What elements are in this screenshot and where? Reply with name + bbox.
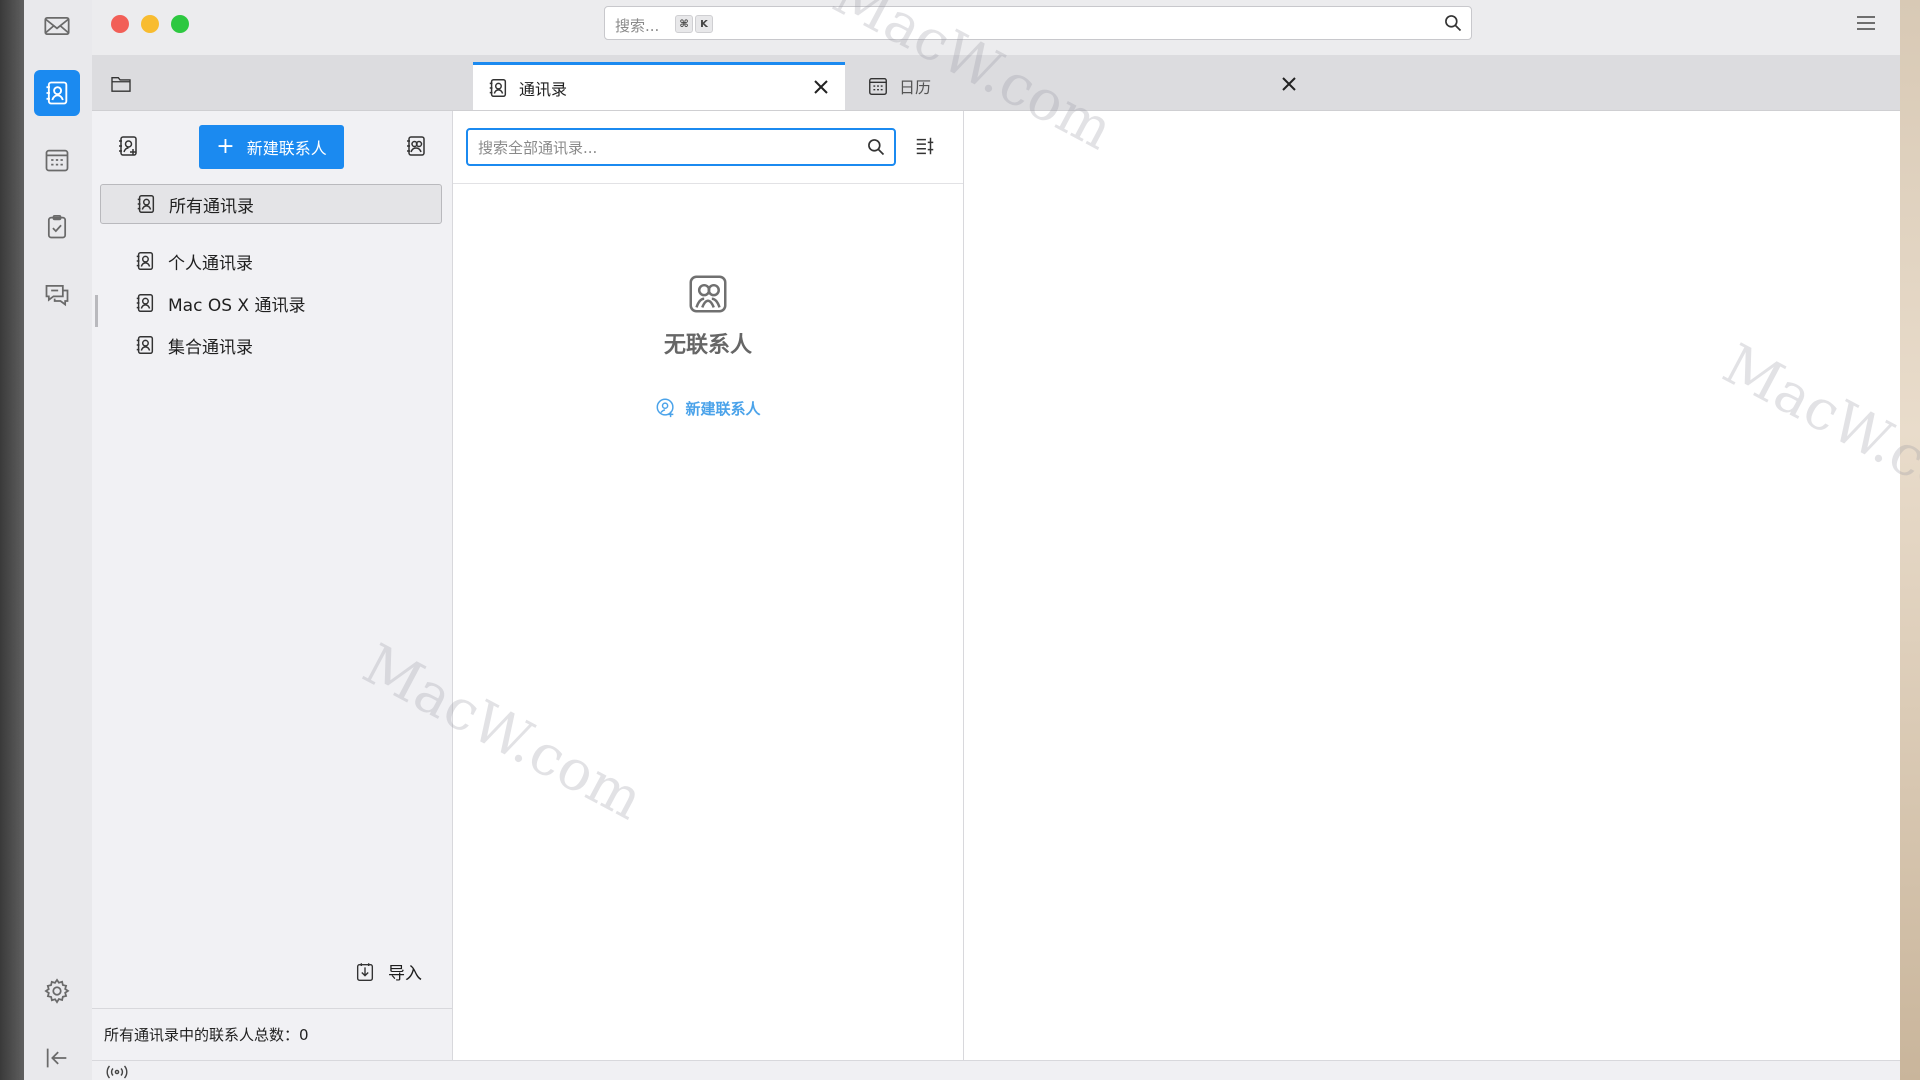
empty-state-link-label: 新建联系人	[685, 399, 761, 418]
import-icon	[356, 962, 374, 981]
calendar-icon	[45, 149, 69, 172]
folder-icon[interactable]	[110, 75, 132, 93]
contact-search-field[interactable]	[466, 128, 896, 166]
mail-space-button[interactable]	[34, 3, 80, 49]
shortcut-key-k: K	[695, 15, 713, 33]
tab-label: 日历	[899, 78, 932, 97]
contact-count-text: 所有通讯录中的联系人总数：0	[104, 1026, 309, 1044]
address-book-icon	[137, 195, 155, 213]
global-search-field[interactable]: 搜索... ⌘ K	[604, 6, 1472, 40]
address-book-sidebar: + 新建联系人 所有通讯录 个人通讯录 Mac OS X 通讯录 集合通讯录 导…	[92, 111, 453, 1061]
address-book-label: 集合通讯录	[168, 337, 253, 358]
address-book-icon	[46, 81, 68, 105]
address-book-all[interactable]: 所有通讯录	[100, 184, 442, 224]
address-book-label: 个人通讯录	[168, 253, 253, 274]
gear-icon	[44, 978, 70, 1004]
chat-icon	[45, 284, 69, 307]
import-button[interactable]: 导入	[354, 959, 422, 984]
contact-detail-pane	[964, 111, 1900, 1060]
spaces-toolbar	[24, 0, 93, 1080]
empty-state: 无联系人 新建联系人	[453, 271, 963, 423]
address-book-icon	[489, 78, 507, 97]
import-label: 导入	[388, 964, 422, 984]
contact-count-footer: 所有通讯录中的联系人总数：0	[92, 1008, 452, 1061]
close-tab-icon[interactable]	[811, 77, 831, 97]
address-book-macos[interactable]: Mac OS X 通讯录	[100, 283, 442, 323]
settings-button[interactable]	[34, 968, 80, 1014]
address-book-icon	[136, 336, 154, 354]
tasks-space-button[interactable]	[34, 204, 80, 250]
search-icon[interactable]	[1443, 13, 1463, 33]
title-bar: 搜索... ⌘ K	[92, 0, 1900, 55]
tab-calendar[interactable]: 日历	[853, 62, 1313, 110]
address-book-label: 所有通讯录	[169, 196, 254, 217]
task-clipboard-icon	[47, 215, 67, 239]
empty-state-new-contact-link[interactable]: 新建联系人	[655, 397, 761, 419]
close-tab-icon[interactable]	[1279, 74, 1299, 94]
address-book-icon	[136, 252, 154, 270]
add-contact-icon	[657, 398, 675, 418]
global-search-placeholder: 搜索...	[615, 17, 660, 35]
mail-icon	[44, 16, 70, 36]
tab-label: 通讯录	[519, 79, 568, 99]
new-contact-button[interactable]: + 新建联系人	[199, 125, 344, 169]
no-contacts-icon	[689, 275, 727, 313]
contact-search-input[interactable]	[476, 136, 860, 160]
new-address-book-icon[interactable]	[116, 134, 140, 158]
hamburger-menu-icon[interactable]	[1856, 14, 1876, 32]
calendar-space-button[interactable]	[34, 137, 80, 183]
desktop-background	[1900, 0, 1920, 1080]
new-contact-label: 新建联系人	[246, 139, 327, 158]
calendar-icon	[869, 77, 887, 95]
address-book-collected[interactable]: 集合通讯录	[100, 325, 442, 365]
close-window-button[interactable]	[111, 15, 129, 33]
tab-bar: 通讯录 日历	[92, 55, 1900, 111]
selection-indicator	[95, 295, 98, 327]
sort-options-icon[interactable]	[914, 135, 936, 157]
search-icon[interactable]	[866, 137, 886, 157]
contact-list-toolbar	[453, 111, 963, 184]
address-book-personal[interactable]: 个人通讯录	[100, 241, 442, 281]
collapse-spaces-button[interactable]	[34, 1035, 80, 1080]
app-window: 搜索... ⌘ K 通讯录 日历 + 新建联系人 所有通讯录 个人通讯录 Mac…	[92, 0, 1900, 1080]
online-status-icon[interactable]	[104, 1065, 130, 1079]
shortcut-key-cmd: ⌘	[675, 15, 693, 33]
address-book-label: Mac OS X 通讯录	[168, 295, 306, 316]
empty-state-title: 无联系人	[663, 333, 752, 358]
status-bar	[92, 1060, 1900, 1080]
contacts-space-button[interactable]	[34, 70, 80, 116]
tab-address-book[interactable]: 通讯录	[473, 62, 845, 110]
minimize-window-button[interactable]	[141, 15, 159, 33]
plus-icon: +	[216, 134, 235, 159]
contact-list-pane: 无联系人 新建联系人	[453, 111, 964, 1060]
address-book-icon	[136, 294, 154, 312]
zoom-window-button[interactable]	[171, 15, 189, 33]
new-list-icon[interactable]	[404, 134, 428, 158]
chat-space-button[interactable]	[34, 271, 80, 317]
collapse-left-icon	[46, 1048, 67, 1068]
